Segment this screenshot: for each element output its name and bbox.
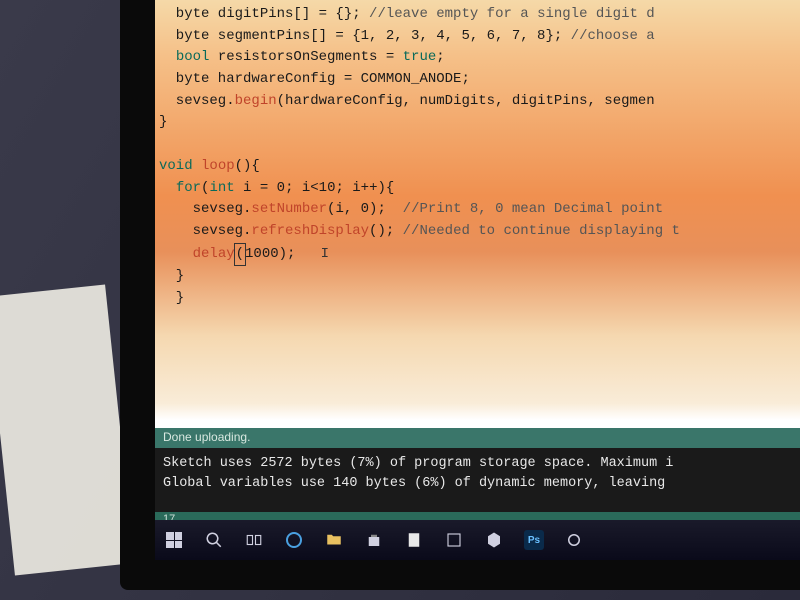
windows-taskbar[interactable]: Ps [155,520,800,560]
code-line: sevseg.refreshDisplay(); //Needed to con… [159,223,680,239]
edge-button[interactable] [281,527,307,553]
file-explorer-button[interactable] [321,527,347,553]
unity-button[interactable] [481,527,507,553]
photoshop-icon: Ps [524,530,544,550]
task-view-button[interactable] [241,527,267,553]
square-icon [445,531,463,549]
code-line: bool resistorsOnSegments = true; [159,49,445,65]
laptop-screen: byte digitPins[] = {}; //leave empty for… [155,0,800,560]
store-icon [365,531,383,549]
task-view-icon [245,531,263,549]
code-line: void loop(){ [159,158,260,174]
app-button-1[interactable] [401,527,427,553]
code-line: sevseg.begin(hardwareConfig, numDigits, … [159,93,655,109]
status-text: Done uploading. [163,430,250,444]
ide-status-bar: Done uploading. [155,428,800,448]
windows-logo-icon [166,532,182,548]
gear-icon [565,531,583,549]
folder-icon [325,531,343,549]
code-line: } [159,268,184,284]
edge-icon [286,532,302,548]
code-line: byte hardwareConfig = COMMON_ANODE; [159,71,470,87]
app-button-2[interactable] [441,527,467,553]
start-button[interactable] [161,527,187,553]
code-line: byte digitPins[] = {}; //leave empty for… [159,6,655,22]
code-line: sevseg.setNumber(i, 0); //Print 8, 0 mea… [159,201,672,217]
store-button[interactable] [361,527,387,553]
ide-console[interactable]: Sketch uses 2572 bytes (7%) of program s… [155,448,800,520]
document-icon [405,531,423,549]
code-line: byte segmentPins[] = {1, 2, 3, 4, 5, 6, … [159,28,655,44]
text-cursor-icon: I [321,246,329,262]
search-icon [205,531,223,549]
code-line: } [159,114,167,130]
app-button-3[interactable] [561,527,587,553]
code-line: for(int i = 0; i<10; i++){ [159,180,394,196]
unity-icon [485,531,503,549]
code-line: } [159,290,184,306]
code-line: delay(1000); I [159,246,329,262]
console-line: Global variables use 140 bytes (6%) of d… [163,476,673,491]
console-line: Sketch uses 2572 bytes (7%) of program s… [163,456,673,471]
search-button[interactable] [201,527,227,553]
photoshop-button[interactable]: Ps [521,527,547,553]
